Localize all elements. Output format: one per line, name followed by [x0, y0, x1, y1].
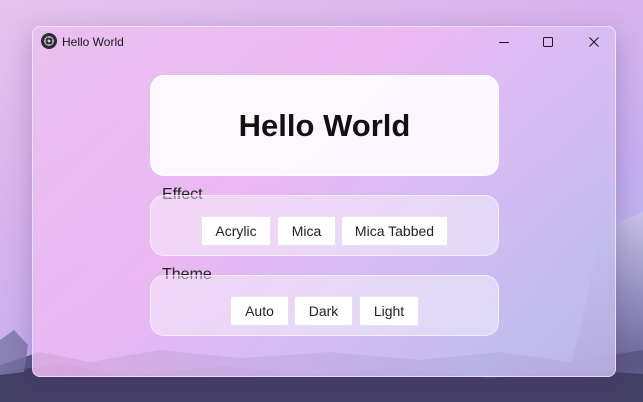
app-icon [41, 33, 57, 49]
minimize-icon [499, 42, 509, 43]
hello-card: Hello World [150, 75, 499, 176]
close-icon [589, 37, 599, 47]
effect-mica-button[interactable]: Mica [277, 216, 336, 246]
effect-group: Acrylic Mica Mica Tabbed [150, 195, 499, 256]
hello-heading: Hello World [238, 107, 411, 143]
maximize-icon [543, 37, 553, 47]
effect-mica-tabbed-button[interactable]: Mica Tabbed [341, 216, 448, 246]
theme-light-button[interactable]: Light [359, 296, 419, 326]
effect-acrylic-button[interactable]: Acrylic [201, 216, 271, 246]
close-button[interactable] [571, 27, 615, 57]
theme-group: Auto Dark Light [150, 275, 499, 336]
app-window: Hello World Hello World Effect Acrylic M… [32, 26, 616, 377]
theme-auto-button[interactable]: Auto [230, 296, 289, 326]
minimize-button[interactable] [481, 27, 527, 57]
window-title: Hello World [62, 35, 124, 49]
maximize-button[interactable] [525, 27, 571, 57]
theme-dark-button[interactable]: Dark [294, 296, 353, 326]
title-bar[interactable]: Hello World [33, 27, 615, 57]
